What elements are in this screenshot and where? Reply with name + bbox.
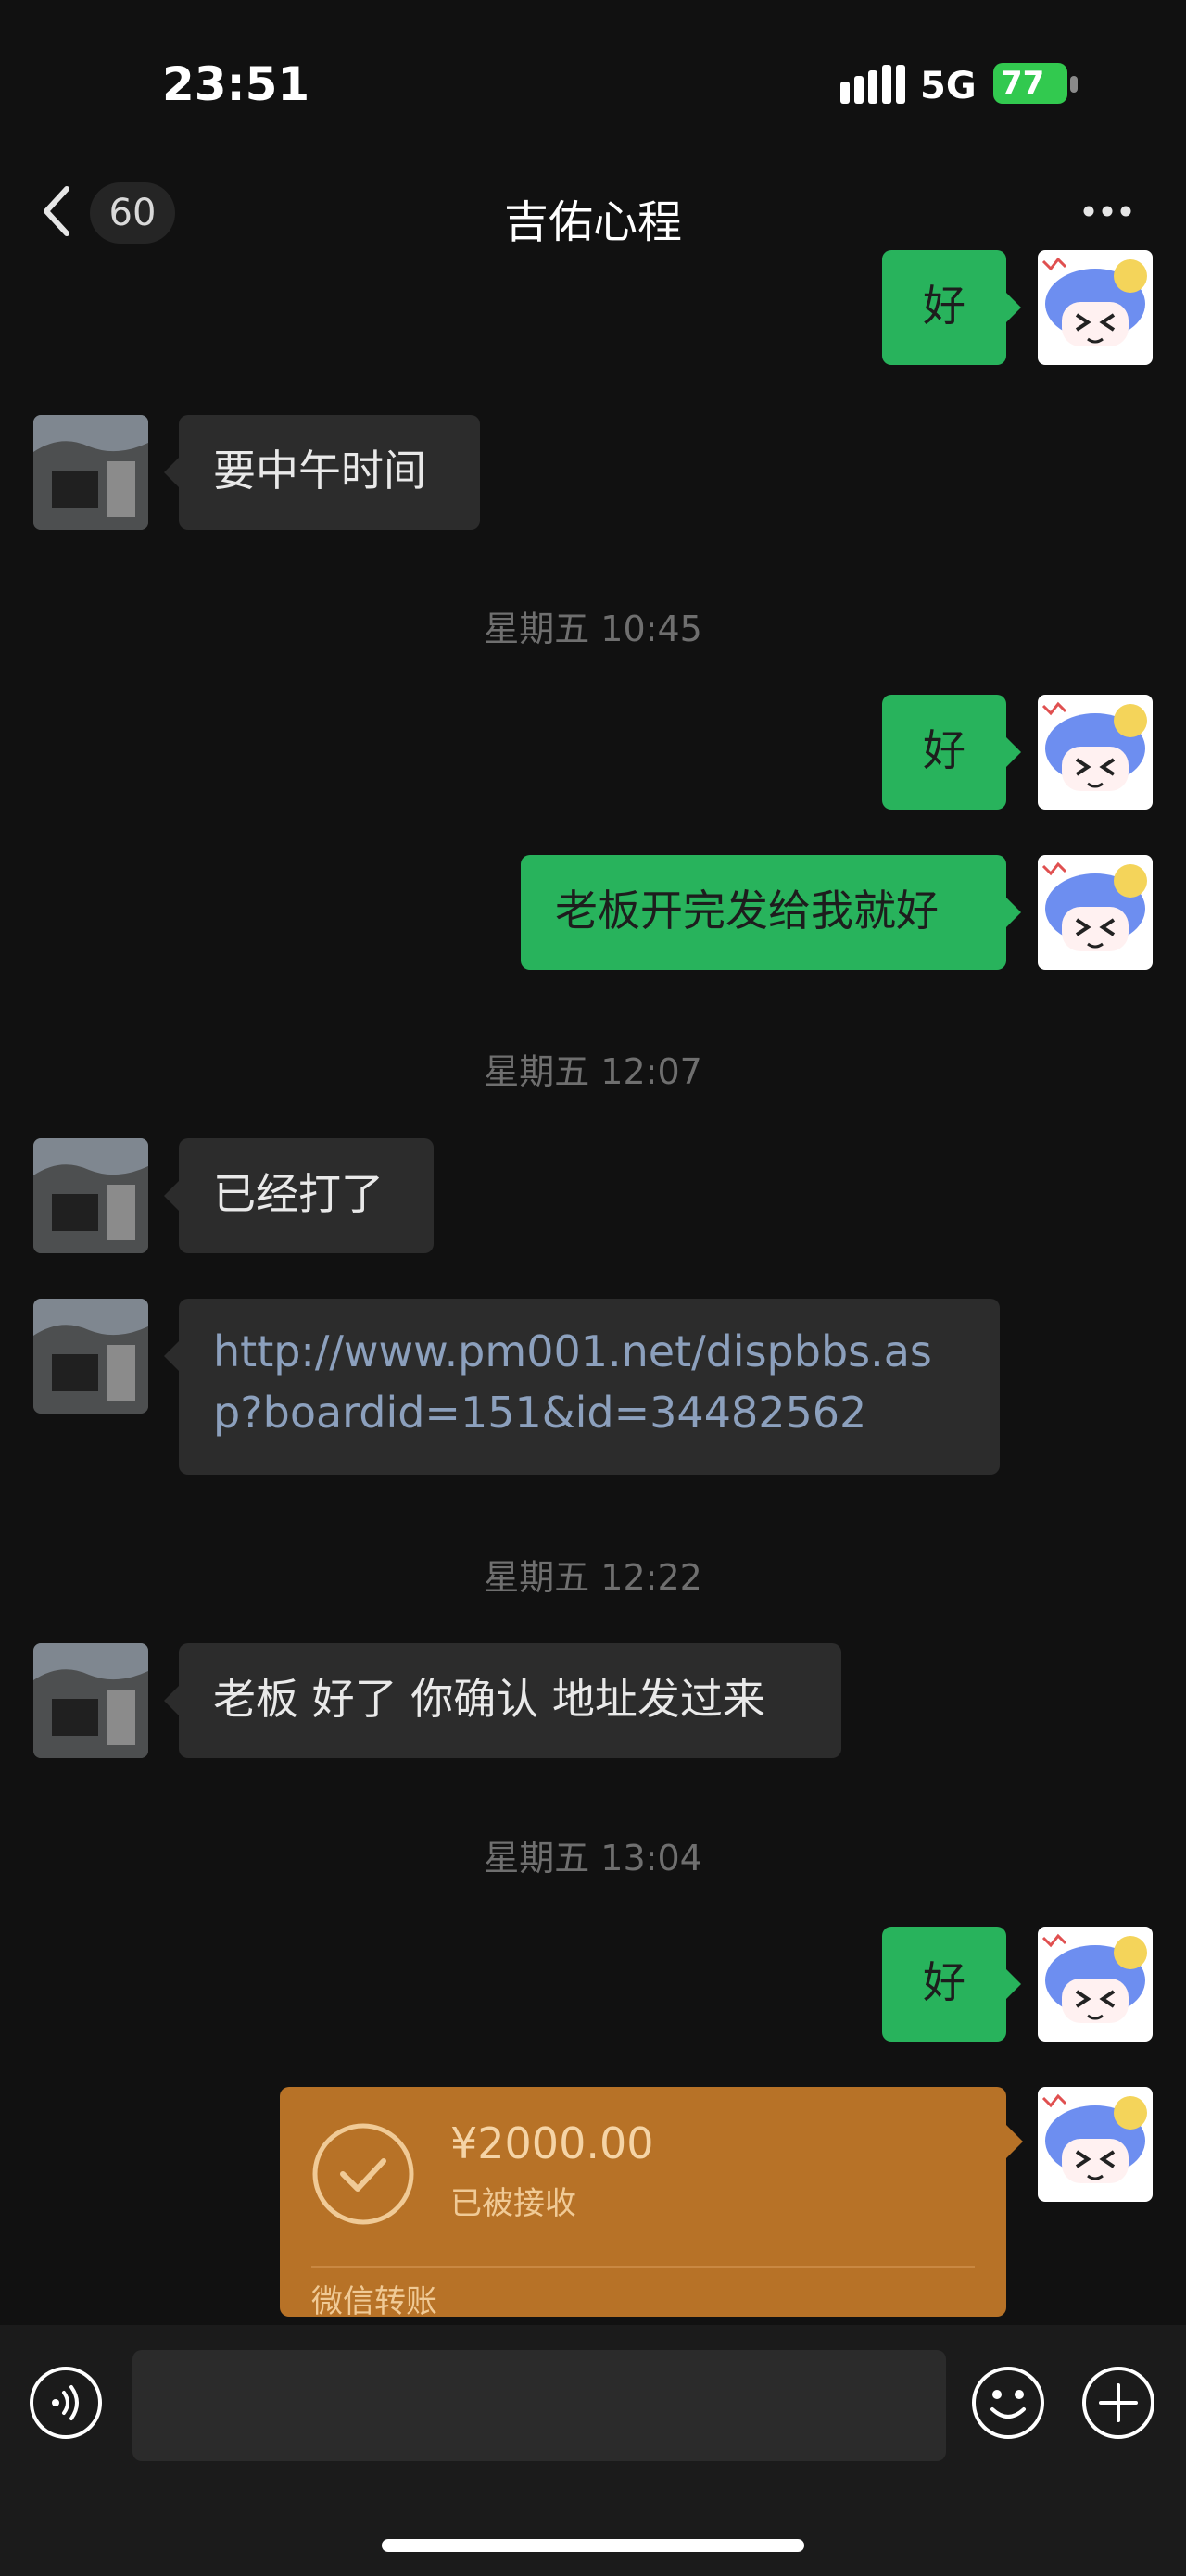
- cartoon-face-icon: [1038, 1927, 1153, 2042]
- contact-avatar[interactable]: [33, 1643, 148, 1758]
- contact-avatar[interactable]: [33, 1299, 148, 1414]
- smile-icon[interactable]: [970, 2365, 1046, 2441]
- transfer-tail: [1006, 2125, 1023, 2158]
- message-bubble[interactable]: 好: [882, 1927, 1006, 2042]
- message-bubble[interactable]: 老板开完发给我就好: [521, 855, 1006, 970]
- voice-icon[interactable]: [28, 2365, 104, 2441]
- check-circle-icon: [312, 2123, 414, 2225]
- transfer-amount: ¥2000.00: [450, 2118, 654, 2168]
- message-bubble[interactable]: 已经打了: [179, 1138, 434, 1253]
- my-avatar[interactable]: [1038, 855, 1153, 970]
- message-link[interactable]: http://www.pm001.net/dispbbs.asp?boardid…: [213, 1326, 932, 1438]
- signal-icon: [840, 65, 905, 104]
- message-input[interactable]: [132, 2350, 946, 2461]
- timestamp-divider: 星期五 12:07: [484, 1051, 702, 1092]
- battery-icon: 77: [993, 63, 1067, 104]
- network-type: 5G: [920, 65, 977, 107]
- bubble-tail: [1006, 737, 1021, 767]
- message-bubble[interactable]: 老板 好了 你确认 地址发过来: [179, 1643, 841, 1758]
- message-bubble[interactable]: 要中午时间: [179, 415, 480, 530]
- my-avatar[interactable]: [1038, 1927, 1153, 2042]
- home-indicator[interactable]: [382, 2539, 804, 2552]
- transfer-card[interactable]: ¥2000.00 已被接收 微信转账: [280, 2087, 1006, 2320]
- contact-avatar[interactable]: [33, 415, 148, 530]
- photo-avatar-icon: [33, 1138, 148, 1253]
- timestamp-divider: 星期五 10:45: [484, 609, 702, 649]
- bubble-tail: [1006, 898, 1021, 927]
- message-bubble[interactable]: 好: [882, 695, 1006, 810]
- chat-title: 吉佑心程: [503, 196, 682, 248]
- bubble-tail: [164, 1341, 179, 1371]
- bubble-tail: [1006, 293, 1021, 322]
- contact-avatar[interactable]: [33, 1138, 148, 1253]
- timestamp-divider: 星期五 12:22: [484, 1557, 702, 1598]
- transfer-divider: [311, 2266, 975, 2268]
- transfer-status: 已被接收: [450, 2185, 576, 2222]
- link-message-bubble[interactable]: http://www.pm001.net/dispbbs.asp?boardid…: [179, 1299, 1000, 1475]
- photo-avatar-icon: [33, 1299, 148, 1414]
- bubble-tail: [164, 1181, 179, 1211]
- status-time: 23:51: [162, 57, 310, 111]
- chat-area[interactable]: [0, 267, 1186, 2325]
- my-avatar[interactable]: [1038, 2087, 1153, 2202]
- my-avatar[interactable]: [1038, 250, 1153, 365]
- plus-icon[interactable]: [1080, 2365, 1156, 2441]
- battery-cap: [1070, 76, 1078, 93]
- cartoon-face-icon: [1038, 695, 1153, 810]
- status-bar: 23:51 5G 77: [0, 0, 1186, 157]
- message-bubble[interactable]: 好: [882, 250, 1006, 365]
- timestamp-divider: 星期五 13:04: [484, 1838, 702, 1879]
- cartoon-face-icon: [1038, 250, 1153, 365]
- transfer-label: 微信转账: [311, 2283, 437, 2320]
- photo-avatar-icon: [33, 415, 148, 530]
- battery-level: 77: [1001, 65, 1045, 102]
- ellipsis-icon[interactable]: [1079, 202, 1135, 220]
- cartoon-face-icon: [1038, 2087, 1153, 2202]
- photo-avatar-icon: [33, 1643, 148, 1758]
- bubble-tail: [164, 458, 179, 487]
- my-avatar[interactable]: [1038, 695, 1153, 810]
- bubble-tail: [164, 1686, 179, 1715]
- bubble-tail: [1006, 1969, 1021, 1999]
- cartoon-face-icon: [1038, 855, 1153, 970]
